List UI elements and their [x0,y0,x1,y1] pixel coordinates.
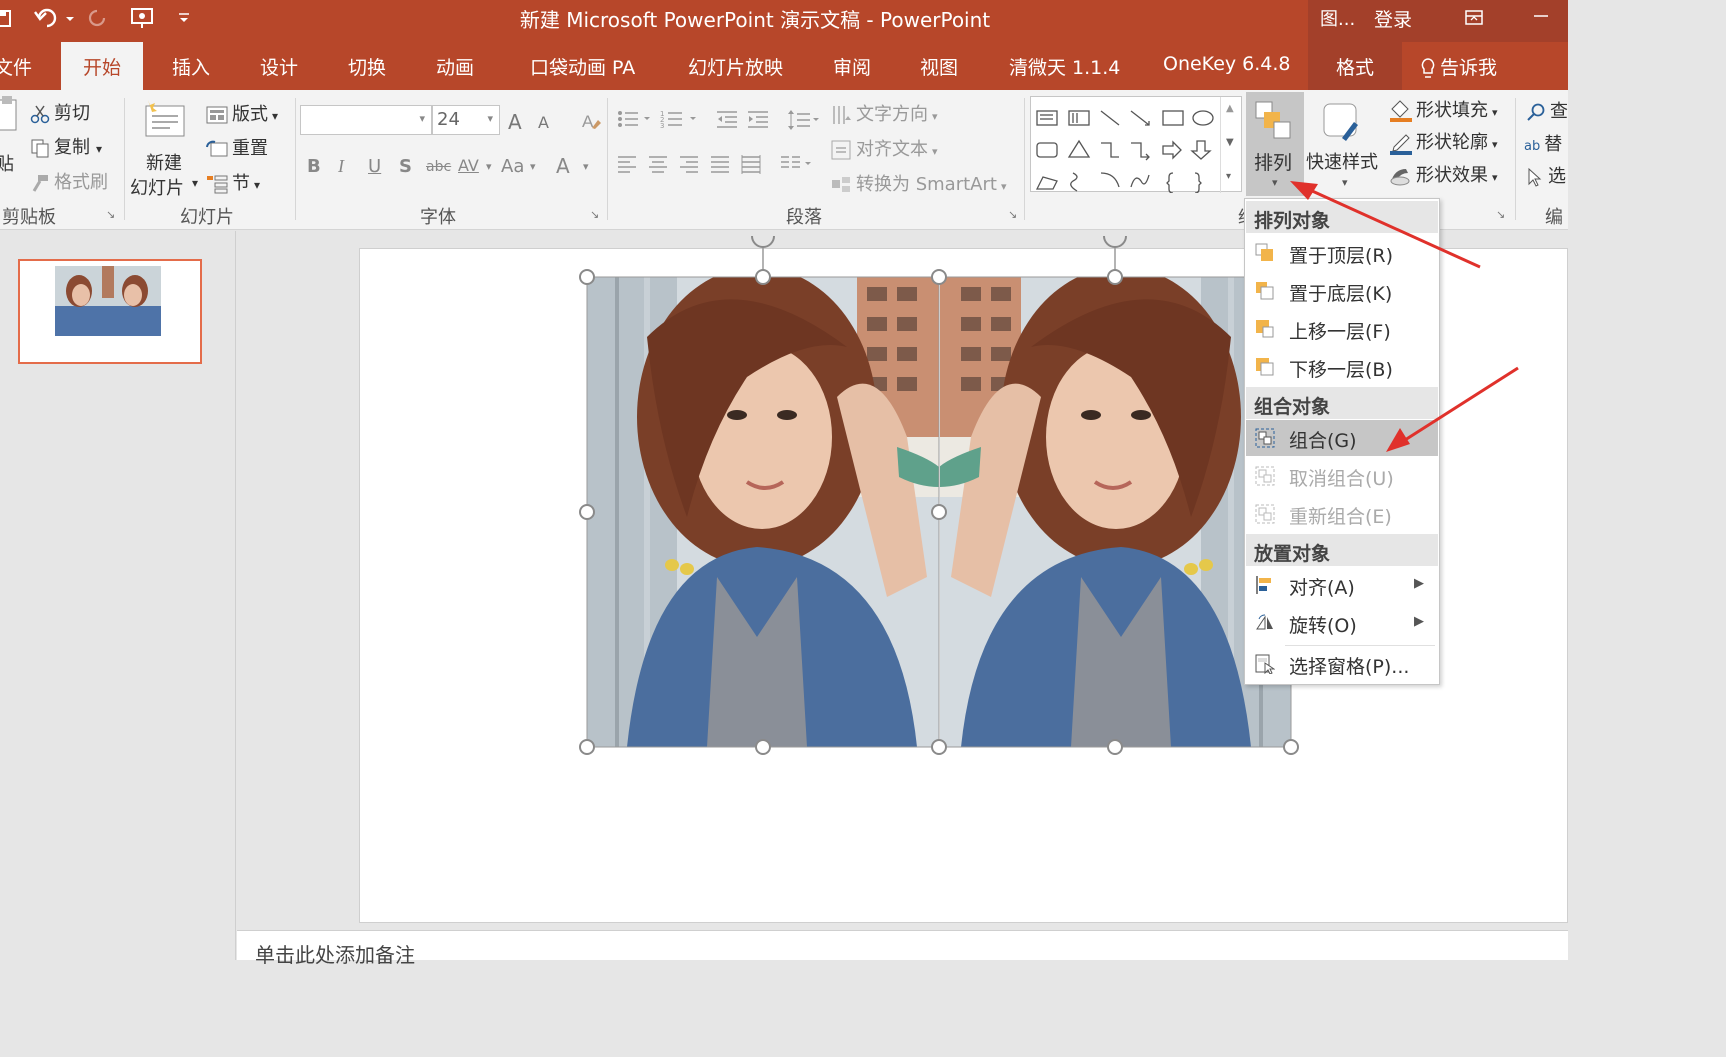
menu-header-position: 放置对象 [1246,534,1438,566]
rotate-icon [1256,614,1273,630]
selection-pane-icon [1255,654,1275,674]
ungroup-icon [1255,466,1275,486]
notes-pane[interactable]: 单击此处添加备注 [237,930,1568,967]
selection-pane-label: 选择窗格(P)... [1289,656,1410,678]
menu-item-bring-to-front[interactable]: 置于顶层(R) [1246,235,1438,271]
resize-handle[interactable] [1283,739,1299,755]
resize-handle[interactable] [1107,739,1123,755]
bring-forward-label: 上移一层(F) [1289,321,1391,343]
resize-handle[interactable] [579,739,595,755]
notes-placeholder: 单击此处添加备注 [255,943,415,967]
send-backward-icon [1256,358,1274,376]
resize-handle[interactable] [579,504,595,520]
menu-item-selection-pane[interactable]: 选择窗格(P)... [1246,646,1438,682]
resize-handle[interactable] [931,269,947,285]
send-to-back-label: 置于底层(K) [1289,283,1393,305]
align-icon [1256,576,1271,594]
submenu-arrow-icon: ▶ [1414,576,1424,591]
resize-handle[interactable] [579,269,595,285]
menu-header-order: 排列对象 [1246,201,1438,233]
send-backward-label: 下移一层(B) [1289,359,1393,381]
align-label: 对齐(A) [1289,577,1355,599]
bring-to-front-icon [1255,243,1273,261]
submenu-arrow-icon: ▶ [1414,614,1424,629]
arrange-dropdown-menu: 排列对象 置于顶层(R) 置于底层(K) 上移一层(F) 下移一层(B) 组合对… [1244,198,1440,685]
send-to-back-icon [1256,282,1274,300]
menu-item-send-backward[interactable]: 下移一层(B) [1246,349,1438,385]
menu-item-bring-forward[interactable]: 上移一层(F) [1246,311,1438,347]
menu-header-group: 组合对象 [1246,387,1438,419]
bring-to-front-label: 置于顶层(R) [1289,245,1394,267]
group-label: 组合(G) [1289,430,1357,452]
rotate-label: 旋转(O) [1289,615,1357,637]
resize-handle[interactable] [1107,269,1123,285]
menu-item-rotate[interactable]: 旋转(O) ▶ [1246,605,1438,641]
resize-handle[interactable] [755,269,771,285]
regroup-icon [1255,504,1275,524]
menu-item-ungroup[interactable]: 取消组合(U) [1246,458,1438,494]
resize-handle[interactable] [755,739,771,755]
menu-item-send-to-back[interactable]: 置于底层(K) [1246,273,1438,309]
bring-forward-icon [1256,320,1274,338]
resize-handle[interactable] [931,739,947,755]
ungroup-label: 取消组合(U) [1289,468,1394,490]
resize-handle[interactable] [931,504,947,520]
regroup-label: 重新组合(E) [1289,506,1392,528]
group-icon [1255,428,1275,448]
menu-item-align[interactable]: 对齐(A) ▶ [1246,567,1438,603]
menu-item-regroup[interactable]: 重新组合(E) [1246,496,1438,532]
menu-item-group[interactable]: 组合(G) [1246,420,1438,456]
